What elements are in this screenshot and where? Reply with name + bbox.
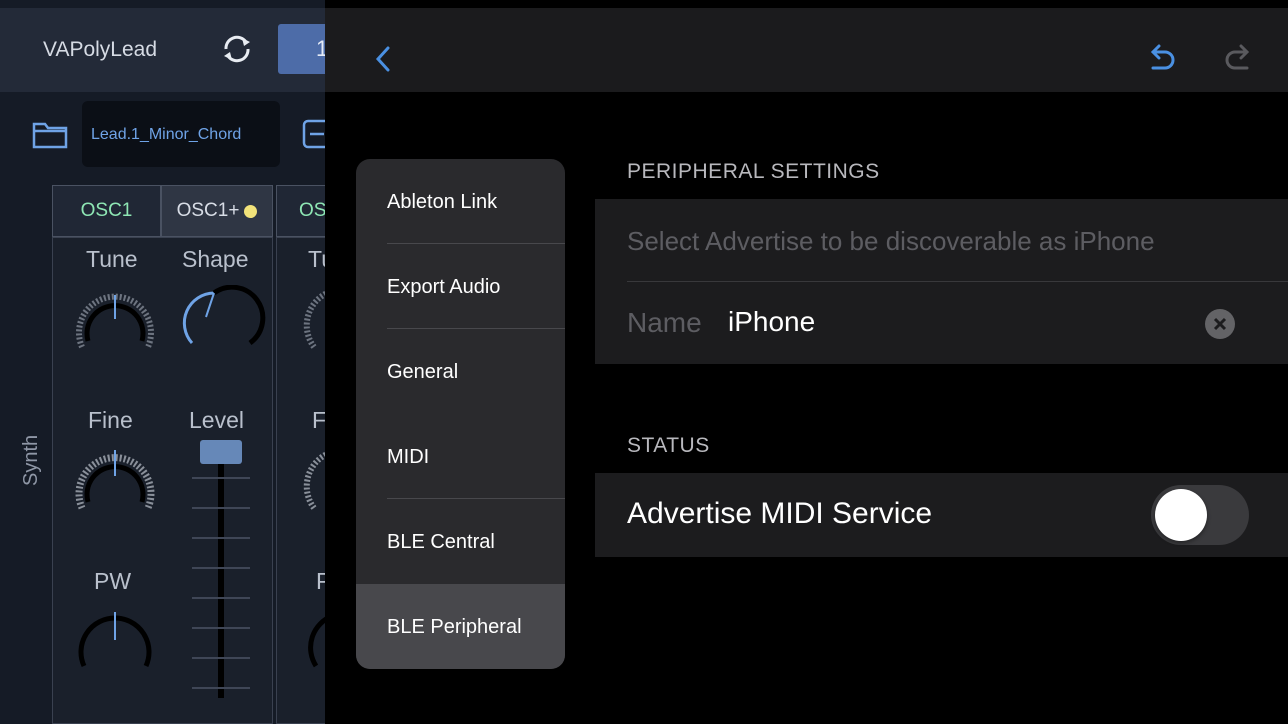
name-row: Name — [595, 282, 1288, 364]
device-name-input[interactable] — [728, 300, 1188, 344]
menu-item-export-audio[interactable]: Export Audio — [356, 244, 565, 329]
pw-label: PW — [94, 568, 132, 594]
menu-item-ableton-link[interactable]: Ableton Link — [356, 159, 565, 244]
peripheral-settings-header: PERIPHERAL SETTINGS — [627, 160, 880, 183]
menu-item-ble-central[interactable]: BLE Central — [356, 499, 565, 584]
fine-label-partial: F — [312, 407, 327, 433]
tune-knob[interactable] — [70, 285, 160, 357]
chevron-left-icon[interactable] — [373, 44, 393, 74]
undo-icon[interactable] — [1145, 44, 1177, 74]
shape-knob[interactable] — [176, 285, 266, 357]
settings-side-menu: Ableton Link Export Audio General MIDI B… — [356, 159, 565, 669]
name-label: Name — [627, 307, 702, 338]
advertise-hint-row: Select Advertise to be discoverable as i… — [595, 199, 1288, 281]
fine-label: Fine — [88, 407, 133, 433]
level-fader[interactable] — [182, 438, 260, 698]
settings-panel: Ableton Link Export Audio General MIDI B… — [325, 0, 1288, 724]
folder-icon[interactable] — [32, 118, 68, 150]
settings-nav-bar — [325, 8, 1288, 92]
level-label: Level — [189, 407, 244, 433]
shape-label: Shape — [182, 246, 249, 272]
clear-icon[interactable] — [1205, 309, 1235, 339]
tab-osc1[interactable]: OSC1 — [52, 185, 161, 237]
patch-name: Lead.1_Minor_Chord — [91, 126, 242, 143]
active-indicator-dot — [244, 204, 258, 218]
patch-selector[interactable]: Lead.1_Minor_Chord — [82, 101, 280, 167]
tab-osc1-plus[interactable]: OSC1+ — [161, 185, 273, 237]
toggle-thumb — [1155, 489, 1207, 541]
advertise-midi-service-label: Advertise MIDI Service — [627, 497, 933, 530]
pw-knob[interactable] — [70, 604, 160, 676]
fine-knob[interactable] — [70, 446, 160, 518]
status-group: Advertise MIDI Service — [595, 473, 1288, 557]
tune-label: Tune — [86, 246, 138, 272]
sync-icon[interactable] — [220, 32, 254, 66]
advertise-hint: Select Advertise to be discoverable as i… — [627, 226, 1155, 256]
status-header: STATUS — [627, 434, 710, 457]
redo-icon[interactable] — [1223, 44, 1255, 74]
menu-item-general[interactable]: General — [356, 329, 565, 414]
preset-name[interactable]: VAPolyLead — [43, 38, 157, 62]
menu-item-midi[interactable]: MIDI — [356, 414, 565, 499]
advertise-row: Advertise MIDI Service — [595, 473, 1288, 557]
peripheral-settings-group: Select Advertise to be discoverable as i… — [595, 199, 1288, 364]
menu-item-ble-peripheral[interactable]: BLE Peripheral — [356, 584, 565, 669]
advertise-midi-service-toggle[interactable] — [1151, 485, 1249, 545]
